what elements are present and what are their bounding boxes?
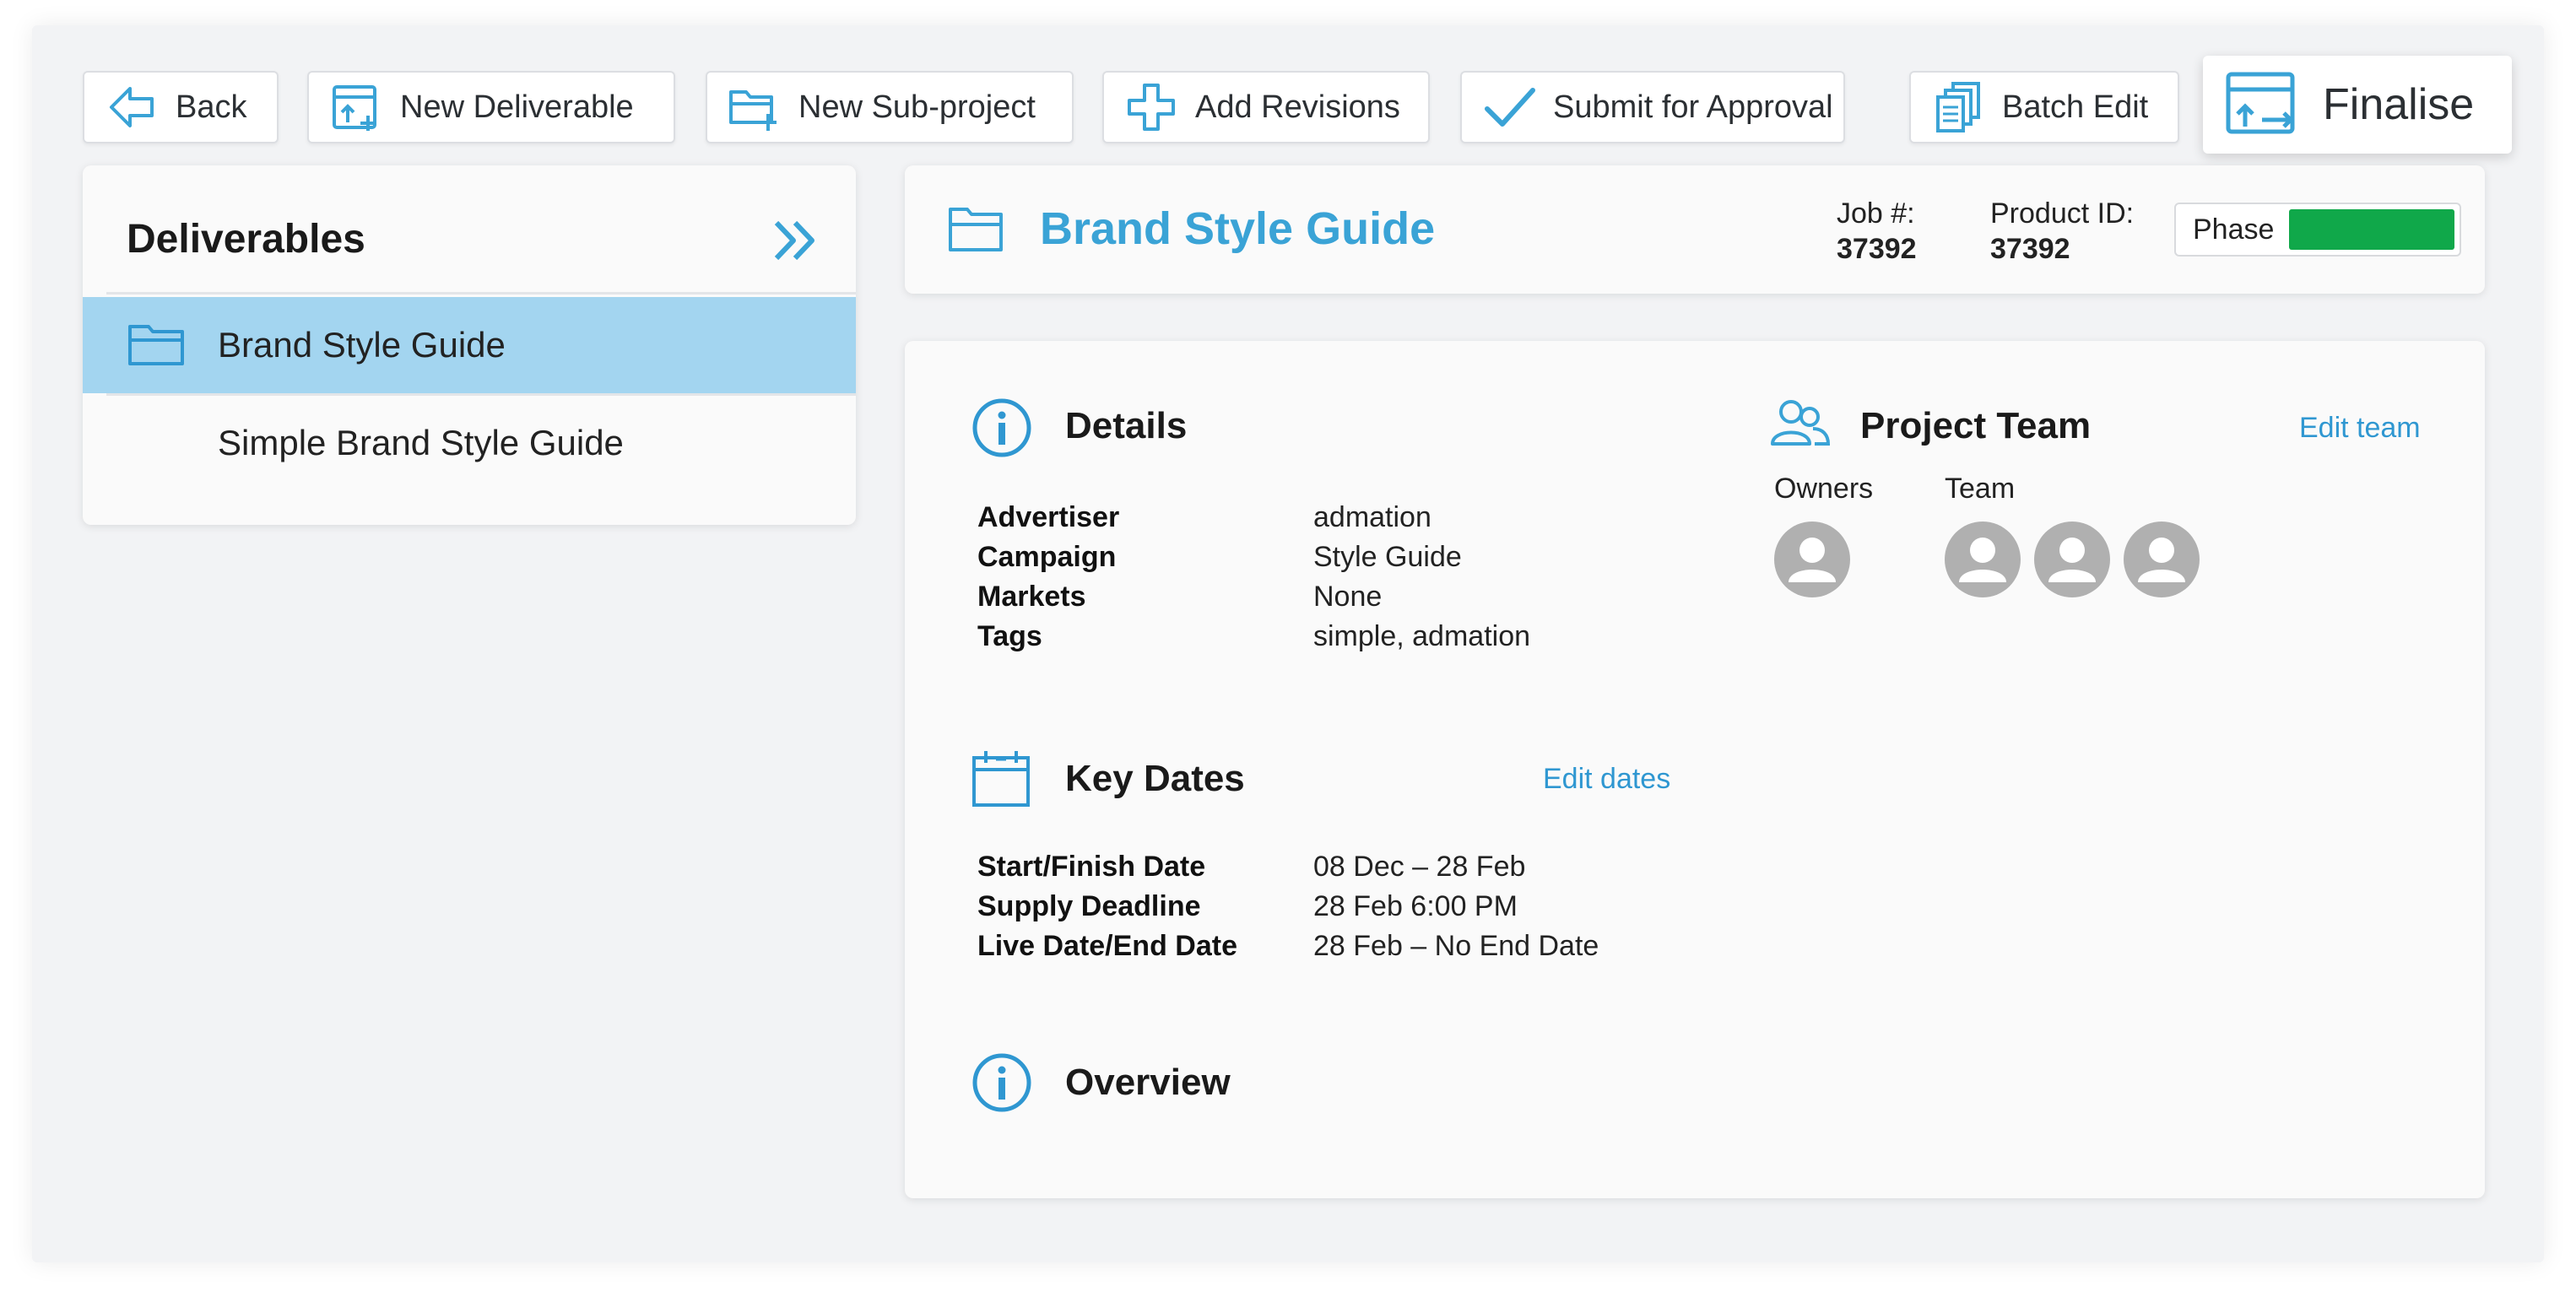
submit-for-approval-label: Submit for Approval: [1553, 89, 1833, 125]
product-id-label: Product ID:: [1990, 197, 2135, 230]
deliverable-item-brand-style-guide[interactable]: Brand Style Guide: [83, 297, 856, 393]
tags-label: Tags: [977, 620, 1042, 652]
new-subproject-label: New Sub-project: [798, 89, 1036, 125]
product-id-value: 37392: [1990, 233, 2070, 265]
back-label: Back: [176, 89, 247, 125]
advertiser-value: admation: [1313, 501, 1431, 533]
edit-dates-link[interactable]: Edit dates: [1543, 763, 1670, 796]
deliverables-panel: Deliverables Brand Style Guide Simple Br…: [83, 165, 856, 525]
phase-status-bar: [2289, 209, 2454, 250]
finalise-button[interactable]: Finalise: [2203, 56, 2512, 154]
team-label: Team: [1945, 473, 2016, 505]
folder-icon: [128, 325, 184, 365]
user-placeholder-icon: [1789, 538, 1836, 582]
key-dates-title: Key Dates: [1065, 758, 1245, 799]
batch-edit-button[interactable]: Batch Edit: [1909, 71, 2179, 143]
new-deliverable-label: New Deliverable: [400, 89, 634, 125]
new-deliverable-icon: [333, 85, 376, 131]
plus-icon: [1128, 84, 1175, 131]
new-folder-icon: [729, 90, 777, 131]
start-finish-date-label: Start/Finish Date: [977, 851, 1206, 883]
folder-icon: [949, 208, 1003, 251]
job-number-label: Job #:: [1837, 197, 1915, 230]
batch-documents-icon: [1936, 82, 1980, 132]
team-member-avatar[interactable]: [1945, 522, 2021, 597]
overview-title: Overview: [1065, 1062, 1231, 1103]
project-team-title: Project Team: [1860, 405, 2092, 446]
edit-team-link[interactable]: Edit team: [2299, 412, 2421, 445]
submit-for-approval-button[interactable]: Submit for Approval: [1460, 71, 1845, 143]
deliverable-header: Brand Style Guide Job #: 37392 Product I…: [905, 165, 2485, 294]
deliverable-item-label: Brand Style Guide: [218, 325, 506, 365]
double-chevron-right-icon[interactable]: [771, 218, 819, 263]
campaign-value: Style Guide: [1313, 541, 1462, 573]
deliverable-details-panel: Details Advertiser admation Campaign Sty…: [905, 341, 2485, 1198]
start-finish-date-value: 08 Dec – 28 Feb: [1313, 851, 1526, 883]
add-revisions-label: Add Revisions: [1195, 89, 1400, 125]
checkmark-icon: [1485, 88, 1535, 127]
live-end-date-value: 28 Feb – No End Date: [1313, 930, 1599, 962]
divider: [106, 292, 856, 295]
info-icon: [972, 398, 1031, 457]
phase-label: Phase: [2193, 213, 2275, 246]
live-end-date-label: Live Date/End Date: [977, 930, 1237, 962]
new-subproject-button[interactable]: New Sub-project: [706, 71, 1074, 143]
advertiser-label: Advertiser: [977, 501, 1120, 533]
team-member-avatar[interactable]: [2034, 522, 2110, 597]
user-placeholder-icon: [1959, 538, 2006, 582]
user-placeholder-icon: [2138, 538, 2185, 582]
deliverables-title: Deliverables: [127, 217, 365, 262]
phase-indicator[interactable]: Phase: [2174, 203, 2461, 257]
team-member-avatar[interactable]: [2124, 522, 2200, 597]
team-icon: [1771, 400, 1831, 446]
add-revisions-button[interactable]: Add Revisions: [1102, 71, 1430, 143]
job-number-value: 37392: [1837, 233, 1917, 265]
supply-deadline-label: Supply Deadline: [977, 890, 1201, 922]
deliverable-item-simple-brand-style-guide[interactable]: Simple Brand Style Guide: [83, 395, 856, 491]
info-icon: [972, 1053, 1031, 1112]
back-button[interactable]: Back: [83, 71, 279, 143]
tags-value: simple, admation: [1313, 620, 1531, 652]
campaign-label: Campaign: [977, 541, 1117, 573]
finalise-label: Finalise: [2323, 80, 2475, 129]
markets-label: Markets: [977, 581, 1086, 613]
calendar-icon: [972, 751, 1030, 807]
deliverable-item-label: Simple Brand Style Guide: [218, 423, 624, 462]
supply-deadline-value: 28 Feb 6:00 PM: [1313, 890, 1518, 922]
user-placeholder-icon: [2048, 538, 2096, 582]
owner-avatar[interactable]: [1774, 522, 1850, 597]
finalise-icon: [2226, 72, 2295, 134]
back-arrow-icon: [110, 87, 154, 127]
markets-value: None: [1313, 581, 1383, 613]
batch-edit-label: Batch Edit: [2002, 89, 2149, 125]
details-title: Details: [1065, 405, 1188, 446]
page-title: Brand Style Guide: [1040, 203, 1436, 254]
owners-label: Owners: [1774, 473, 1874, 505]
new-deliverable-button[interactable]: New Deliverable: [307, 71, 675, 143]
